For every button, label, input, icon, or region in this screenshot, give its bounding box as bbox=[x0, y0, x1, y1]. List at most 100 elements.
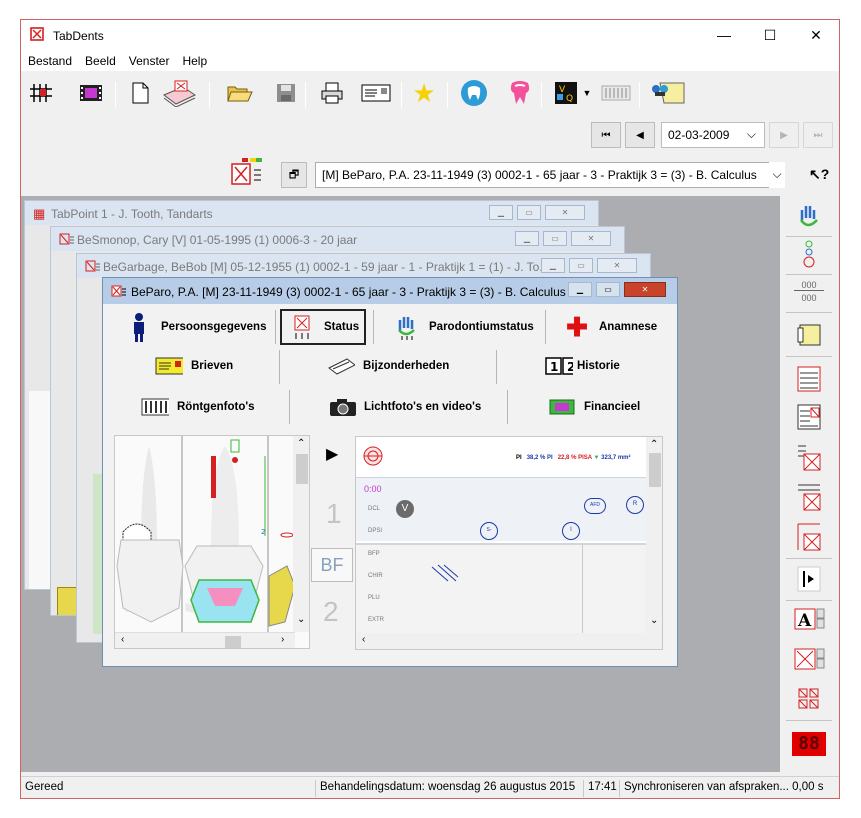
close-button[interactable]: ✕ bbox=[624, 282, 666, 297]
lichtfotos-button[interactable]: Lichtfoto's en video's bbox=[328, 389, 481, 425]
maximize-button[interactable]: ☐ bbox=[747, 20, 793, 51]
close-button[interactable]: ✕ bbox=[597, 258, 637, 273]
rontgenfotos-button[interactable]: Röntgenfoto's bbox=[141, 389, 254, 425]
menu-help[interactable]: Help bbox=[175, 51, 213, 68]
prev-date-button[interactable]: ◀ bbox=[625, 122, 655, 148]
scroll-up-icon[interactable]: ⌃ bbox=[650, 439, 658, 450]
menu-venster[interactable]: Venster bbox=[122, 51, 176, 68]
grid-icon[interactable] bbox=[26, 78, 56, 108]
close-button[interactable]: ✕ bbox=[571, 231, 611, 246]
minimize-button[interactable]: ▁ bbox=[541, 258, 565, 273]
row-label-chir: CHIR bbox=[368, 573, 383, 579]
parodontiumstatus-button[interactable]: Parodontiumstatus bbox=[393, 309, 534, 345]
pink-tooth-icon[interactable] bbox=[505, 78, 535, 108]
down-triangle-icon: ▼ bbox=[593, 455, 600, 461]
xray-icon[interactable] bbox=[599, 78, 633, 108]
vq-dropdown-icon[interactable]: ▼ bbox=[579, 78, 595, 108]
minimize-button[interactable]: ▁ bbox=[515, 231, 539, 246]
scroll-left-icon[interactable]: ‹ bbox=[121, 634, 124, 645]
help-pointer-icon[interactable]: ↖? bbox=[809, 166, 829, 183]
menu-beeld[interactable]: Beeld bbox=[78, 51, 122, 68]
vq-icon[interactable]: VQ bbox=[551, 78, 581, 108]
horizontal-scrollbar[interactable]: ‹ bbox=[356, 633, 646, 649]
historie-button[interactable]: 12 Historie bbox=[545, 348, 620, 384]
close-button[interactable]: ✕ bbox=[545, 205, 585, 220]
patient-chevron-down-icon[interactable]: ⌵ bbox=[769, 162, 785, 188]
help-mark: ? bbox=[820, 166, 830, 182]
vertical-scrollbar[interactable]: ⌃ ⌄ bbox=[293, 436, 309, 632]
maximize-button[interactable]: ▭ bbox=[543, 231, 567, 246]
code-i-badge[interactable]: I bbox=[562, 522, 580, 540]
new-document-icon[interactable] bbox=[125, 78, 155, 108]
jump-icon[interactable] bbox=[792, 564, 826, 594]
divider bbox=[582, 545, 583, 635]
maximize-button[interactable]: ▭ bbox=[517, 205, 541, 220]
divider bbox=[786, 236, 832, 237]
beparo-window[interactable]: BeParo, P.A. [M] 23-11-1949 (3) 0002-1 -… bbox=[102, 277, 678, 667]
anamnese-button[interactable]: ✚ Anamnese bbox=[563, 309, 657, 345]
patient-status-icon[interactable] bbox=[228, 156, 264, 190]
financieel-button[interactable]: Financieel bbox=[548, 389, 640, 425]
contacts-icon[interactable] bbox=[649, 78, 687, 108]
persoonsgegevens-button[interactable]: Persoonsgegevens bbox=[125, 309, 266, 345]
film-icon[interactable] bbox=[76, 78, 106, 108]
vertical-scrollbar[interactable]: ⌃ ⌄ bbox=[646, 437, 662, 649]
scroll-right-icon[interactable]: › bbox=[281, 634, 284, 645]
code-s-badge[interactable]: S- bbox=[480, 522, 498, 540]
horizontal-scrollbar[interactable]: ‹ › bbox=[115, 632, 295, 648]
save-icon[interactable] bbox=[271, 78, 301, 108]
scroll-left-icon[interactable]: ‹ bbox=[362, 634, 365, 645]
letter-icon[interactable] bbox=[361, 78, 391, 108]
scroll-up-icon[interactable]: ⌃ bbox=[297, 438, 305, 449]
code-v-badge[interactable]: V bbox=[396, 500, 414, 518]
status-button[interactable]: Status bbox=[280, 309, 366, 345]
brieven-button[interactable]: Brieven bbox=[155, 348, 233, 384]
history-icon: 12 bbox=[545, 352, 573, 380]
circles-icon[interactable] bbox=[792, 240, 826, 270]
bf-toggle[interactable]: BF bbox=[311, 548, 353, 582]
open-folder-icon[interactable] bbox=[225, 78, 255, 108]
play-arrow-icon[interactable]: ▶ bbox=[326, 444, 338, 464]
pisa-value: 323,7 mm² bbox=[601, 455, 631, 461]
tooth-x-icon[interactable] bbox=[792, 442, 826, 472]
print-icon[interactable] bbox=[317, 78, 347, 108]
maximize-button[interactable]: ▭ bbox=[569, 258, 593, 273]
chevron-down-icon[interactable]: ⌵ bbox=[747, 127, 756, 142]
scroll-down-icon[interactable]: ⌄ bbox=[650, 615, 658, 626]
last-date-button[interactable]: ⏭ bbox=[803, 122, 833, 148]
maximize-button[interactable]: ▭ bbox=[596, 282, 620, 297]
next-date-button[interactable]: ▶ bbox=[769, 122, 799, 148]
code-r-badge[interactable]: R bbox=[626, 496, 644, 514]
font-size-icon[interactable]: A bbox=[792, 606, 826, 636]
star-icon[interactable]: ★ bbox=[409, 78, 439, 108]
title-bar: TabDents — ☐ ✕ bbox=[21, 20, 839, 51]
code-afd-badge[interactable]: AFD bbox=[584, 498, 606, 514]
close-button[interactable]: ✕ bbox=[793, 20, 839, 51]
list-icon[interactable] bbox=[792, 364, 826, 394]
notes-icon[interactable] bbox=[792, 320, 826, 350]
bijzonderheden-button[interactable]: Bijzonderheden bbox=[327, 348, 449, 384]
patient-selector[interactable]: [M] BeParo, P.A. 23-11-1949 (3) 0002-1 -… bbox=[315, 162, 785, 188]
frame-x-icon[interactable] bbox=[792, 522, 826, 552]
nav-label: Anamnese bbox=[599, 321, 658, 333]
tooth-diagram-panel[interactable]: 2 3 2 bbox=[114, 435, 310, 649]
patient-card-icon[interactable] bbox=[159, 78, 199, 108]
minimize-button[interactable]: ▁ bbox=[568, 282, 592, 297]
zoom-x-icon[interactable] bbox=[792, 646, 826, 676]
scrollbar-thumb[interactable] bbox=[649, 453, 661, 487]
list-x-icon[interactable] bbox=[792, 402, 826, 432]
minimize-button[interactable]: — bbox=[701, 20, 747, 51]
scroll-down-icon[interactable]: ⌄ bbox=[297, 614, 305, 625]
minimize-button[interactable]: ▁ bbox=[489, 205, 513, 220]
scrollbar-thumb[interactable] bbox=[225, 636, 241, 648]
first-date-button[interactable]: ⏮ bbox=[591, 122, 621, 148]
menu-bestand[interactable]: Bestand bbox=[21, 51, 78, 68]
date-picker[interactable]: 02-03-2009 ⌵ bbox=[661, 122, 765, 148]
tooth-icon[interactable] bbox=[459, 78, 489, 108]
grid-x-icon[interactable] bbox=[792, 482, 826, 512]
patient-window-button[interactable]: 🗗 bbox=[281, 162, 307, 188]
periodontal-chart-panel[interactable]: PI 38,2 % PI 22,8 % PISA ▼ 323,7 mm² 0:0… bbox=[355, 436, 663, 650]
quad-x-icon[interactable] bbox=[792, 684, 826, 714]
scrollbar-thumb[interactable] bbox=[296, 454, 308, 484]
hand-icon[interactable] bbox=[792, 202, 826, 232]
